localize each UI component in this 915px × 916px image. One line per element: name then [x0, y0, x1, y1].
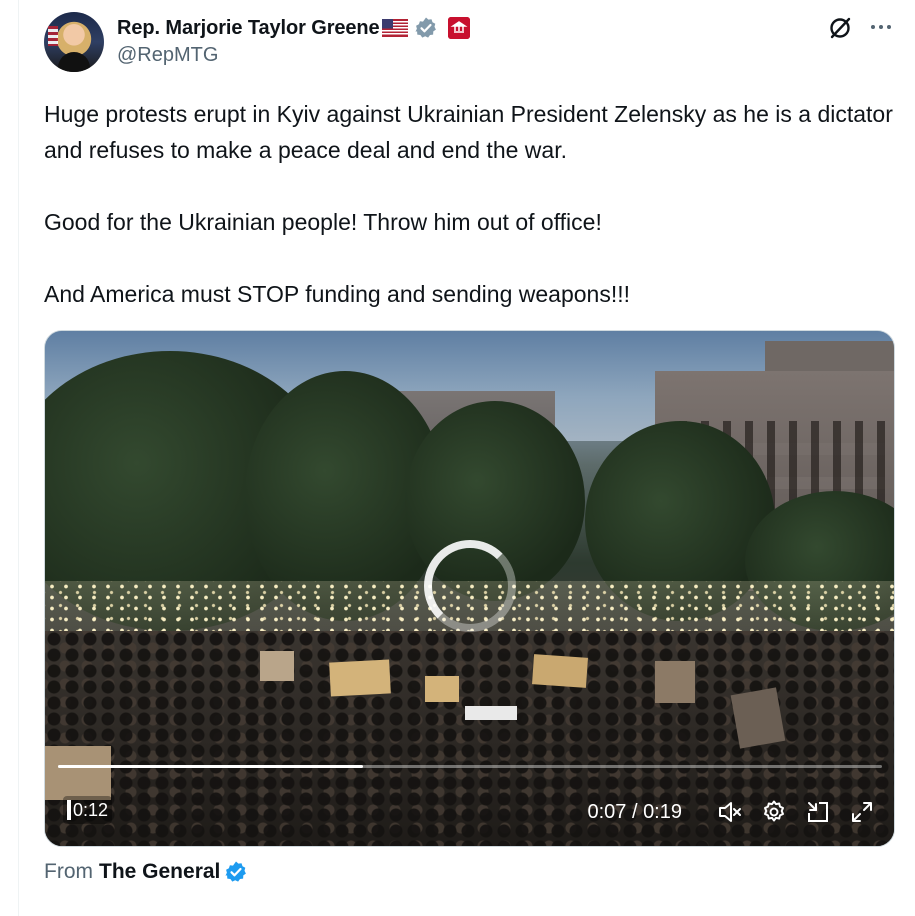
source-account-name[interactable]: The General	[99, 860, 220, 884]
avatar-body	[58, 52, 90, 72]
avatar-flag	[48, 26, 58, 46]
more-dot	[879, 25, 883, 29]
video-source: From The General	[44, 860, 248, 884]
video-progress-bar[interactable]	[58, 765, 882, 768]
duration: 0:19	[643, 800, 682, 823]
grok-icon[interactable]	[826, 14, 854, 42]
author-name-row: Rep. Marjorie Taylor Greene	[117, 14, 470, 42]
video-frame-sign	[45, 746, 111, 800]
video-frame-sign	[730, 687, 786, 749]
timeline-divider	[18, 0, 19, 916]
author-display-name[interactable]: Rep. Marjorie Taylor Greene	[117, 17, 380, 40]
us-flag-icon	[381, 19, 408, 37]
tweet-paragraph: Good for the Ukrainian people! Throw him…	[44, 209, 602, 235]
current-time: 0:07	[587, 800, 627, 823]
video-frame-sign	[425, 676, 459, 702]
author-handle[interactable]: @RepMTG	[117, 44, 218, 67]
video-frame-sign	[465, 706, 517, 720]
scrub-thumbnail-time: 0:12	[63, 796, 113, 824]
video-player[interactable]: 0:12 0:07 / 0:19	[44, 330, 895, 847]
video-controls: 0:07 / 0:19	[587, 797, 876, 827]
blue-verified-icon[interactable]	[224, 860, 248, 884]
scrub-marker	[67, 800, 71, 820]
more-icon[interactable]	[866, 16, 896, 38]
loading-spinner-icon[interactable]	[424, 540, 516, 632]
video-frame-sign	[329, 659, 391, 697]
fullscreen-icon[interactable]	[848, 798, 876, 826]
video-time-readout: 0:07 / 0:19	[587, 801, 682, 824]
video-frame-sign	[260, 651, 294, 681]
mute-icon[interactable]	[716, 798, 744, 826]
time-separator: /	[626, 800, 644, 823]
pip-icon[interactable]	[804, 798, 832, 826]
more-dot	[887, 25, 891, 29]
video-progress-fill	[58, 765, 363, 768]
tweet-paragraph: And America must STOP funding and sendin…	[44, 281, 631, 307]
tweet-body: Huge protests erupt in Kyiv against Ukra…	[44, 96, 904, 312]
grey-verified-icon[interactable]	[414, 16, 438, 40]
settings-icon[interactable]	[760, 798, 788, 826]
video-frame-sign	[532, 654, 588, 688]
tweet-paragraph: Huge protests erupt in Kyiv against Ukra…	[44, 101, 893, 163]
government-affiliation-icon[interactable]	[447, 17, 470, 39]
author-avatar[interactable]	[44, 12, 104, 72]
scrub-time-label: 0:12	[73, 799, 109, 820]
video-frame-sign	[655, 661, 695, 703]
more-dot	[871, 25, 875, 29]
source-prefix: From	[44, 860, 93, 883]
